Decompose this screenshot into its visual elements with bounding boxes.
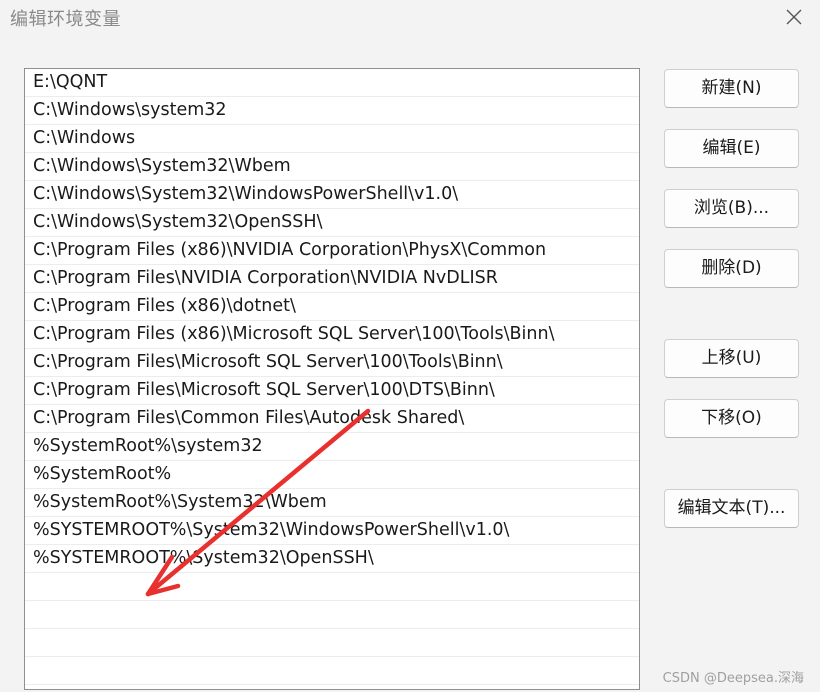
list-item[interactable]: C:\Windows\System32\Wbem (25, 153, 639, 181)
path-list[interactable]: E:\QQNT C:\Windows\system32 C:\Windows C:\W… (24, 68, 640, 690)
new-button[interactable]: 新建(N) (664, 69, 799, 108)
title-bar: 编辑环境变量 (0, 0, 820, 36)
browse-button[interactable]: 浏览(B)... (664, 189, 799, 228)
list-item[interactable]: C:\Program Files (x86)\dotnet\ (25, 293, 639, 321)
move-up-button[interactable]: 上移(U) (664, 339, 799, 378)
list-item[interactable] (25, 601, 639, 629)
list-item[interactable]: C:\Windows\System32\OpenSSH\ (25, 209, 639, 237)
list-item[interactable]: %SYSTEMROOT%\System32\OpenSSH\ (25, 545, 639, 573)
list-item[interactable]: C:\Windows\System32\WindowsPowerShell\v1… (25, 181, 639, 209)
edit-text-button[interactable]: 编辑文本(T)... (664, 489, 799, 528)
list-item[interactable] (25, 629, 639, 657)
window-title: 编辑环境变量 (10, 9, 121, 30)
list-item[interactable]: C:\Program Files\Microsoft SQL Server\10… (25, 377, 639, 405)
list-item[interactable]: E:\QQNT (25, 69, 639, 97)
list-item[interactable]: C:\Program Files\Microsoft SQL Server\10… (25, 349, 639, 377)
list-item[interactable]: C:\Program Files\NVIDIA Corporation\NVID… (25, 265, 639, 293)
list-item[interactable]: C:\Windows\system32 (25, 97, 639, 125)
list-item[interactable] (25, 573, 639, 601)
list-item[interactable]: C:\Windows (25, 125, 639, 153)
list-item[interactable]: %SystemRoot%\system32 (25, 433, 639, 461)
list-item[interactable]: C:\Program Files (x86)\Microsoft SQL Ser… (25, 321, 639, 349)
list-item[interactable]: %SystemRoot%\System32\Wbem (25, 489, 639, 517)
edit-env-variable-dialog: 编辑环境变量 E:\QQNT C:\Windows\system32 C:\Wind… (0, 0, 820, 692)
list-item[interactable]: C:\Program Files (x86)\NVIDIA Corporatio… (25, 237, 639, 265)
close-button[interactable] (778, 3, 810, 31)
list-item[interactable] (25, 657, 639, 685)
close-icon (786, 9, 802, 25)
delete-button[interactable]: 删除(D) (664, 249, 799, 288)
list-item[interactable]: C:\Program Files\Common Files\Autodesk S… (25, 405, 639, 433)
watermark: CSDN @Deepsea.深海 (662, 671, 804, 686)
edit-button[interactable]: 编辑(E) (664, 129, 799, 168)
move-down-button[interactable]: 下移(O) (664, 399, 799, 438)
list-item[interactable]: %SystemRoot% (25, 461, 639, 489)
list-item[interactable]: %SYSTEMROOT%\System32\WindowsPowerShell\… (25, 517, 639, 545)
